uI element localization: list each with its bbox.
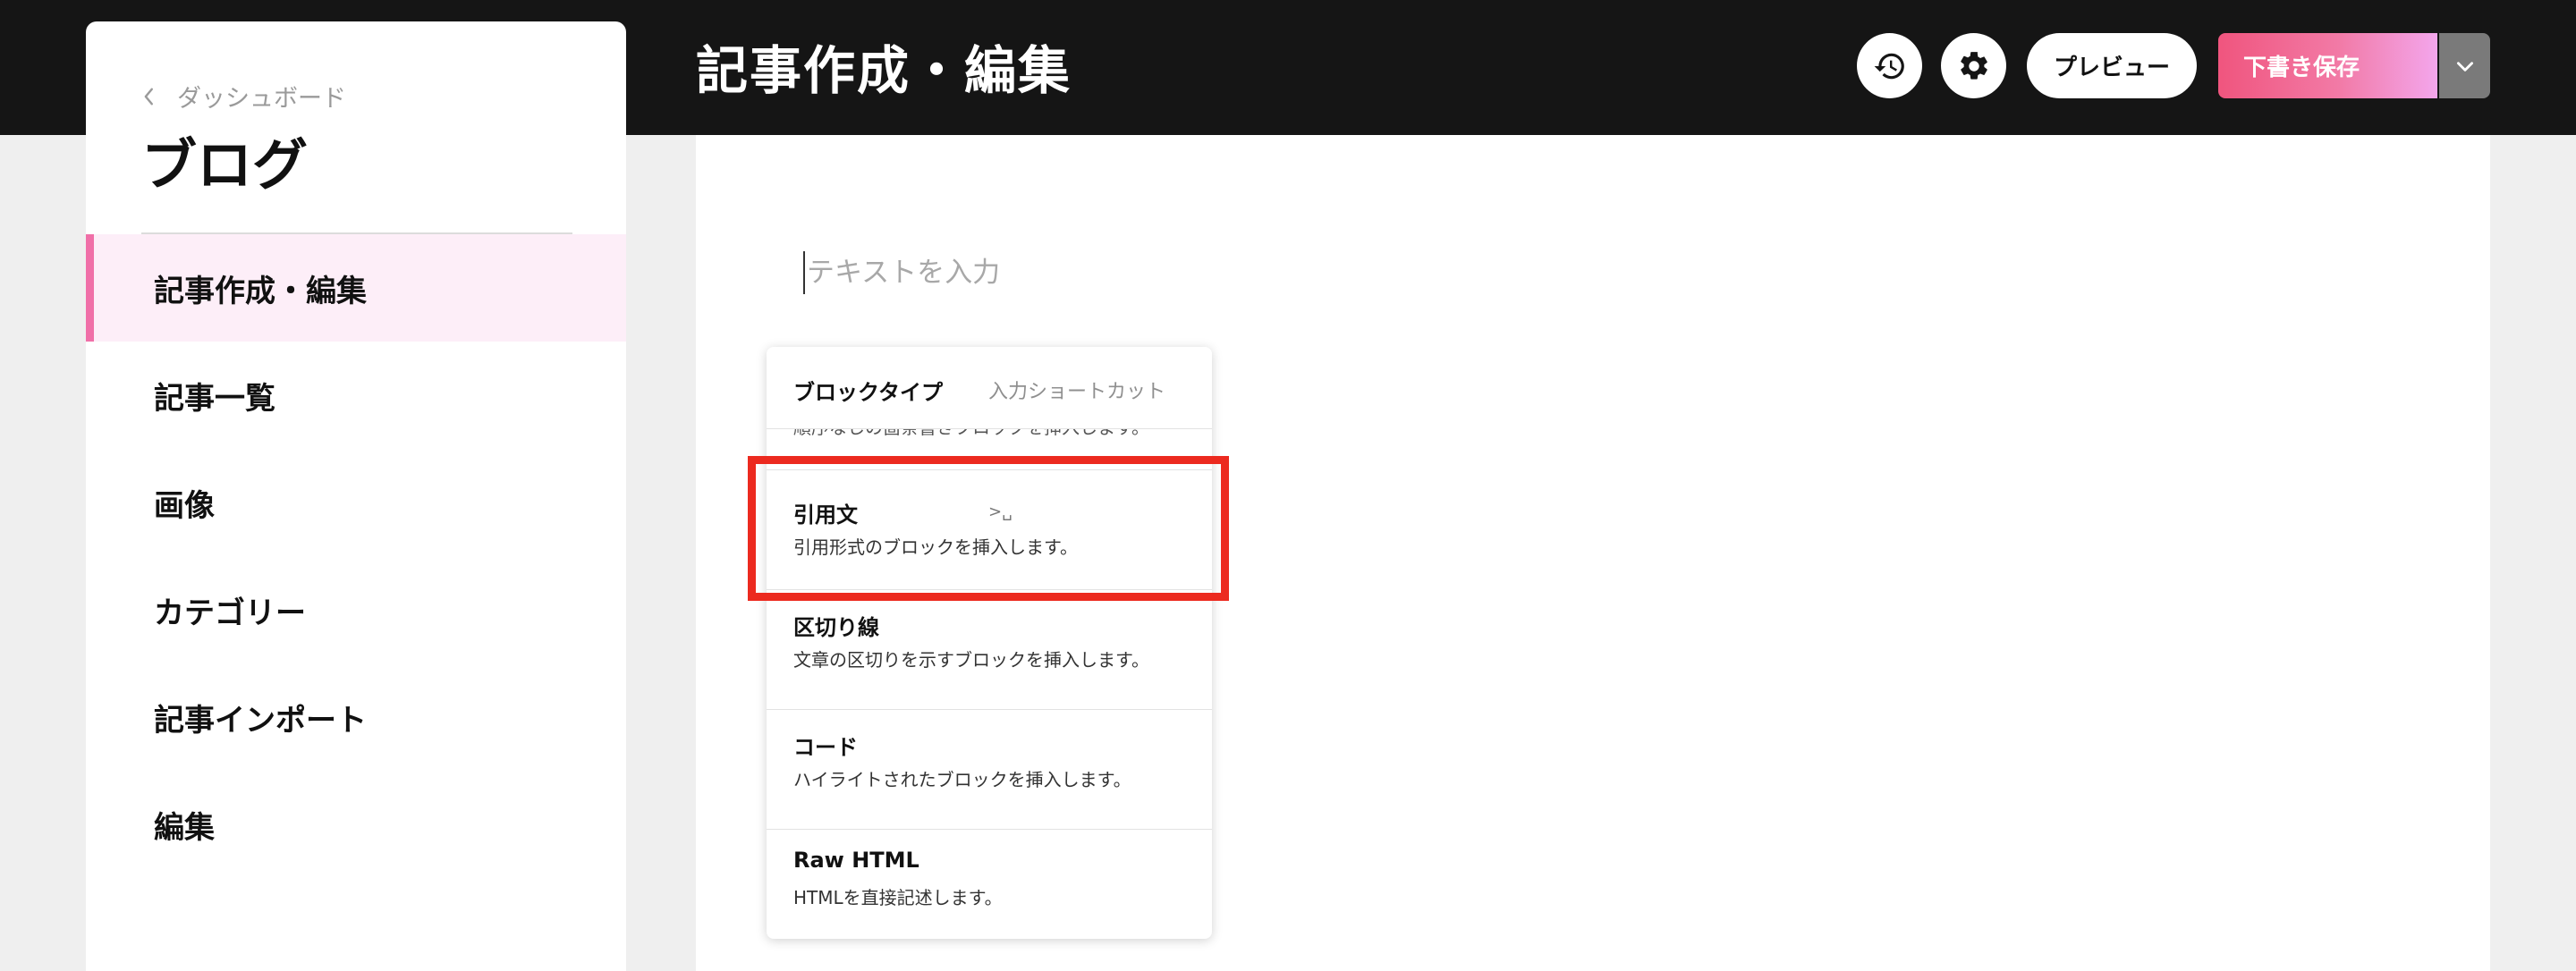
history-button[interactable] <box>1857 33 1922 98</box>
block-item-code[interactable]: コード ハイライトされたブロックを挿入します。 <box>767 709 1212 829</box>
back-link-label: ダッシュボード <box>177 85 346 113</box>
page-title: 記事作成・編集 <box>696 40 1072 101</box>
block-item-description: 引用形式のブロックを挿入します。 <box>793 536 1078 558</box>
block-item-divider[interactable]: 区切り線 文章の区切りを示すブロックを挿入します。 <box>767 589 1212 709</box>
sidebar-item-label: 記事作成・編集 <box>154 273 367 309</box>
sidebar: ダッシュボード ブログ 記事作成・編集 記事一覧 画像 カテゴリー 記事インポー… <box>86 21 626 971</box>
body-text-input[interactable] <box>803 251 1429 294</box>
block-item-name: Raw HTML <box>793 848 919 873</box>
gear-icon <box>1960 51 1987 80</box>
sidebar-item-label: 記事一覧 <box>154 380 275 417</box>
block-item-name: 引用文 <box>793 502 858 528</box>
history-icon <box>1874 53 1904 79</box>
block-item-name: 区切り線 <box>793 615 879 640</box>
preview-button[interactable]: プレビュー <box>2027 33 2197 98</box>
sidebar-item-label: 画像 <box>154 487 215 524</box>
sidebar-item-label: 編集 <box>154 809 215 846</box>
block-item-raw-html[interactable]: Raw HTML HTMLを直接記述します。 <box>767 829 1212 939</box>
save-draft-button[interactable]: 下書き保存 <box>2218 33 2437 98</box>
sidebar-item-edit[interactable]: 編集 <box>86 771 626 878</box>
block-item-description: ハイライトされたブロックを挿入します。 <box>793 769 1131 790</box>
block-type-menu: 順序なしの箇条書きブロックを挿入します。 ブロックタイプ 入力ショートカット 引… <box>767 347 1212 939</box>
chevron-down-icon <box>2456 61 2473 72</box>
block-type-column-header: ブロックタイプ <box>793 380 944 405</box>
block-item-name: コード <box>793 735 858 760</box>
block-item-description: HTMLを直接記述します。 <box>793 887 1003 908</box>
sidebar-title: ブログ <box>141 132 309 198</box>
sidebar-item-import[interactable]: 記事インポート <box>86 663 626 771</box>
chevron-left-icon <box>141 87 157 106</box>
block-menu-header: ブロックタイプ 入力ショートカット <box>767 347 1212 429</box>
sidebar-item-categories[interactable]: カテゴリー <box>86 556 626 663</box>
sidebar-item-create-edit[interactable]: 記事作成・編集 <box>86 234 626 342</box>
save-options-toggle[interactable] <box>2439 33 2490 98</box>
sidebar-item-label: カテゴリー <box>154 595 306 631</box>
shortcut-column-header: 入力ショートカット <box>988 381 1166 403</box>
settings-button[interactable] <box>1941 33 2006 98</box>
sidebar-item-images[interactable]: 画像 <box>86 449 626 556</box>
back-to-dashboard-link[interactable]: ダッシュボード <box>141 79 346 114</box>
sidebar-item-label: 記事インポート <box>154 702 367 739</box>
block-item-shortcut: >␣ <box>988 502 1013 521</box>
sidebar-item-article-list[interactable]: 記事一覧 <box>86 342 626 449</box>
block-item-description: 文章の区切りを示すブロックを挿入します。 <box>793 649 1149 671</box>
block-item-quote[interactable]: 引用文 >␣ 引用形式のブロックを挿入します。 <box>767 469 1212 589</box>
